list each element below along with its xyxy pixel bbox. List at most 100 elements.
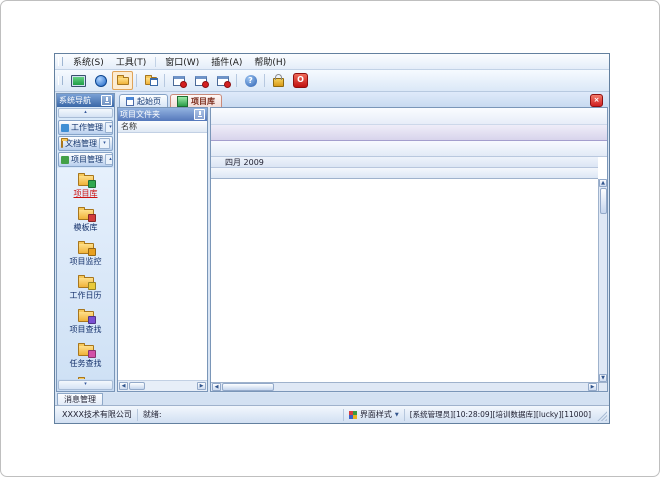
scroll-left-icon[interactable]: ◀	[119, 382, 128, 390]
ready-status: 就绪:	[138, 409, 344, 421]
sidebar-category-3[interactable]: 项目管理▴	[58, 152, 113, 167]
sidebar-header: 系统导航	[57, 94, 114, 107]
app-window: 系统(S)工具(T) 窗口(W)插件(A)帮助(H) ? O 系统导航 ▴ 工作管理…	[54, 53, 610, 424]
content-area: 起始页项目库× 项目文件夹 名称 ◀ ▶	[116, 92, 609, 393]
category-icon	[61, 124, 69, 132]
project-window-icon	[145, 77, 157, 85]
navigation-sidebar: 系统导航 ▴ 工作管理▾文档管理▾项目管理▴ 项目库模板库项目监控工作日历项目查…	[56, 93, 115, 392]
gantt-vscrollbar[interactable]: ▲ ▼	[598, 179, 607, 382]
sidebar-item-icon	[78, 345, 94, 356]
sidebar-scroll-up[interactable]: ▴	[58, 108, 113, 118]
screenshot-frame: 系统(S)工具(T) 窗口(W)插件(A)帮助(H) ? O 系统导航 ▴ 工作管理…	[0, 0, 660, 477]
dock-tab-row: 消息管理	[55, 393, 609, 405]
sidebar-item-label: 任务查找	[70, 358, 102, 369]
sidebar-item-4[interactable]: 工作日历	[70, 277, 102, 301]
tree-hscrollbar[interactable]: ◀ ▶	[118, 380, 207, 391]
toolbar-separator	[164, 74, 165, 87]
sidebar-item-5[interactable]: 项目查找	[70, 311, 102, 335]
system-monitor-button[interactable]	[68, 71, 89, 90]
category-icon	[61, 156, 69, 164]
gantt-vscroll-thumb[interactable]	[600, 188, 607, 214]
gantt-month-header: 四月 2009	[211, 157, 598, 168]
network-globe-button[interactable]	[90, 71, 111, 90]
sidebar-item-icon	[78, 243, 94, 254]
lock-button[interactable]	[268, 71, 289, 90]
style-grid-icon	[349, 411, 357, 419]
chevron-icon[interactable]: ▾	[99, 138, 110, 149]
chevron-icon[interactable]: ▴	[105, 154, 113, 165]
sidebar-category-2[interactable]: 文档管理▾	[58, 136, 113, 151]
close-tab-button[interactable]: ×	[590, 94, 603, 107]
view-tab-label: 起始页	[137, 96, 161, 107]
sidebar-scroll-down[interactable]: ▾	[58, 380, 113, 390]
sidebar-item-list: 项目库模板库项目监控工作日历项目查找任务查找项目文档查找	[57, 168, 114, 379]
task-window-button[interactable]	[190, 71, 211, 90]
sidebar-item-icon	[78, 209, 94, 220]
sidebar-item-label: 项目监控	[70, 256, 102, 267]
gantt-grid	[211, 179, 598, 382]
page-icon	[126, 97, 134, 106]
sidebar-item-icon	[78, 175, 94, 186]
alert-window-icon	[217, 76, 229, 86]
message-window-button[interactable]	[168, 71, 189, 90]
sidebar-item-label: 项目库	[74, 188, 98, 199]
tree-panel-title: 项目文件夹	[120, 109, 160, 120]
resize-grip[interactable]	[597, 409, 607, 421]
gantt-hscroll-thumb[interactable]	[222, 383, 274, 391]
gantt-hscrollbar[interactable]: ◀ ▶	[211, 382, 598, 391]
menu-item-3[interactable]: 窗口(W)	[159, 54, 205, 69]
icon-accent	[88, 316, 96, 324]
menu-item-2[interactable]: 工具(T)	[110, 54, 153, 69]
sidebar-item-label: 工作日历	[70, 290, 102, 301]
scroll-up-icon[interactable]: ▲	[599, 179, 607, 187]
exit-button[interactable]: O	[290, 71, 311, 90]
icon-accent	[88, 282, 96, 290]
icon-accent	[88, 214, 96, 222]
status-filter-row	[211, 108, 607, 125]
view-tab-bar: 起始页 项目库 ×	[116, 92, 609, 107]
scroll-left-icon[interactable]: ◀	[212, 383, 221, 391]
toolbar-drag-handle[interactable]	[58, 76, 63, 85]
view-tab-1[interactable]: 起始页	[119, 94, 168, 107]
view-tab-2[interactable]: 项目库	[170, 94, 222, 107]
main-area: 系统导航 ▴ 工作管理▾文档管理▾项目管理▴ 项目库模板库项目监控工作日历项目查…	[55, 92, 609, 393]
sidebar-item-6[interactable]: 任务查找	[70, 345, 102, 369]
pushpin-icon[interactable]	[101, 95, 112, 106]
icon-accent	[88, 248, 96, 256]
scroll-right-icon[interactable]: ▶	[588, 383, 597, 391]
sidebar-item-2[interactable]: 模板库	[74, 209, 98, 233]
icon-accent	[88, 350, 96, 358]
chevron-down-icon: ▼	[395, 412, 399, 418]
sidebar-category-1[interactable]: 工作管理▾	[58, 120, 113, 135]
view-tab-label: 项目库	[191, 96, 215, 107]
menu-bar: 系统(S)工具(T) 窗口(W)插件(A)帮助(H)	[55, 54, 609, 70]
help-button[interactable]: ?	[240, 71, 261, 90]
interface-style-button[interactable]: 界面样式 ▼	[344, 409, 405, 421]
menubar-drag-handle[interactable]	[58, 57, 63, 66]
help-icon: ?	[245, 75, 257, 87]
category-icon	[61, 140, 63, 148]
category-label: 项目管理	[71, 154, 103, 165]
proj-icon	[177, 96, 188, 107]
gantt-panel: 四月 2009 ▲ ▼ ◀	[210, 107, 608, 392]
toolbar-separator	[136, 74, 137, 87]
pushpin-icon[interactable]	[194, 109, 205, 120]
menu-item-5[interactable]: 帮助(H)	[248, 54, 292, 69]
message-window-icon	[173, 76, 185, 86]
scroll-down-icon[interactable]: ▼	[599, 374, 607, 382]
sidebar-item-1[interactable]: 项目库	[74, 175, 98, 199]
gantt-day-header	[211, 168, 598, 179]
open-project-button[interactable]	[112, 71, 133, 90]
scroll-right-icon[interactable]: ▶	[197, 382, 206, 390]
session-info: [系统管理员][10:28:09][培训数据库][lucky][11000]	[405, 409, 596, 421]
gantt-chart: 四月 2009 ▲ ▼ ◀	[211, 157, 607, 391]
tree-panel-header: 项目文件夹	[118, 108, 207, 121]
alert-window-button[interactable]	[212, 71, 233, 90]
menu-item-1[interactable]: 系统(S)	[67, 54, 110, 69]
chevron-icon[interactable]: ▾	[105, 122, 113, 133]
tree-hscroll-thumb[interactable]	[129, 382, 145, 390]
project-window-button[interactable]	[140, 71, 161, 90]
sidebar-item-3[interactable]: 项目监控	[70, 243, 102, 267]
menu-item-4[interactable]: 插件(A)	[205, 54, 248, 69]
lock-icon	[273, 78, 284, 87]
